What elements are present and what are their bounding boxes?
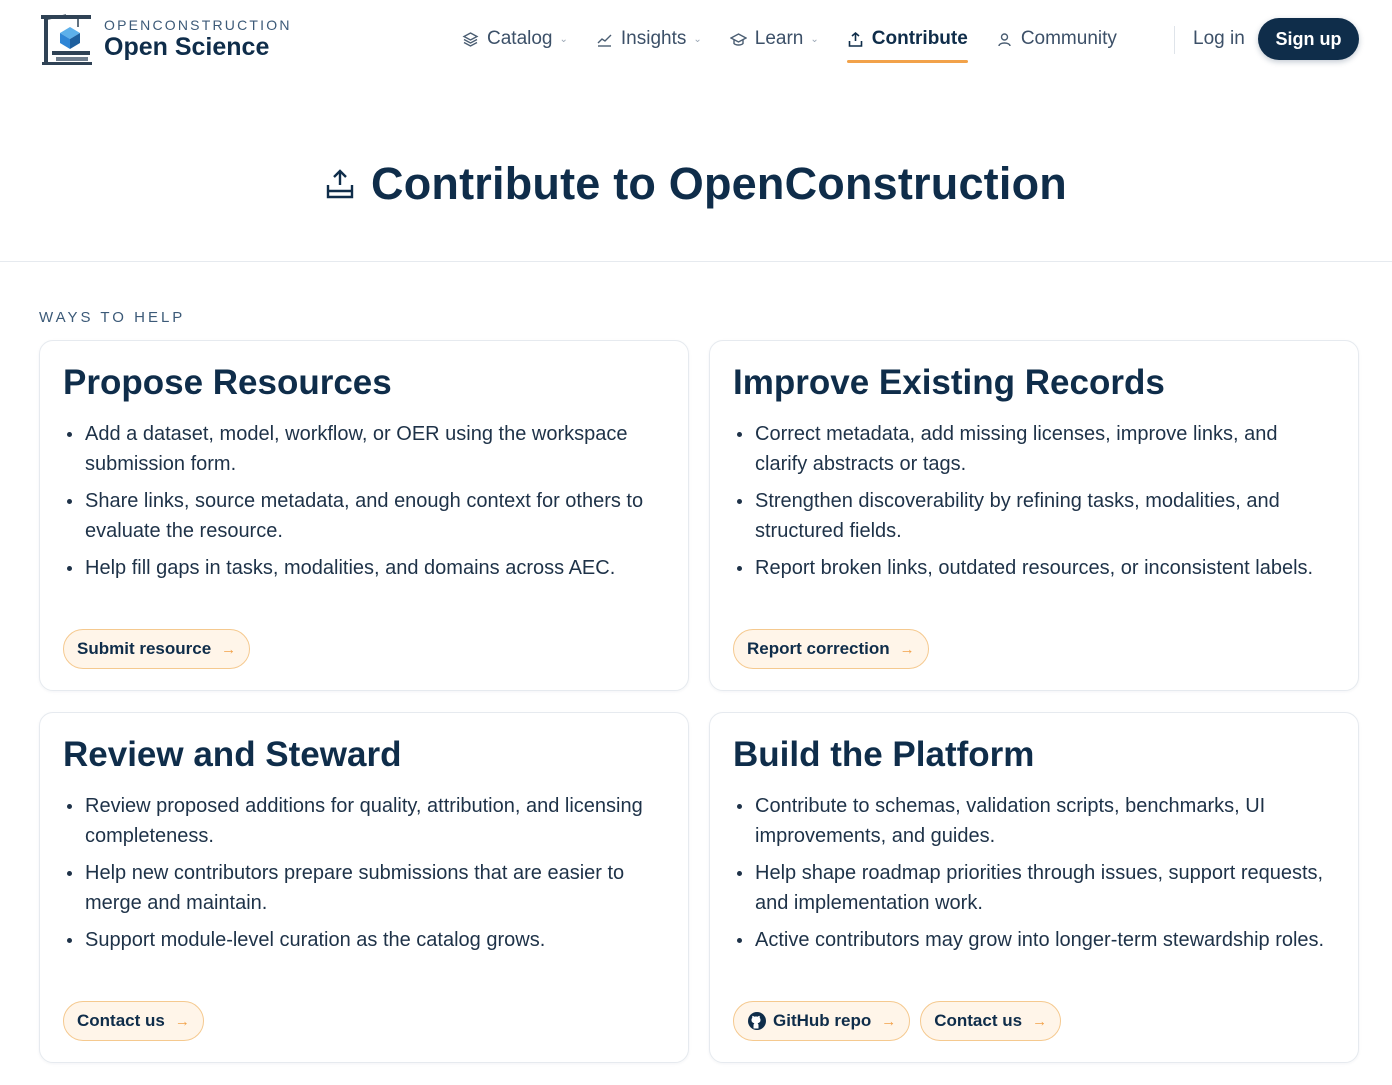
list-item: Support module-level curation as the cat… [63,925,665,955]
user-icon [996,31,1013,48]
site-header: OPENCONSTRUCTION Open Science Catalog ⌄ … [0,0,1392,82]
upload-icon [325,168,355,200]
list-item: Review proposed additions for quality, a… [63,791,665,851]
list-item: Share links, source metadata, and enough… [63,486,665,546]
main-nav: Catalog ⌄ Insights ⌄ Learn ⌄ Contribute [462,18,1145,63]
page-hero: Contribute to OpenConstruction [0,82,1392,262]
layers-icon [462,31,479,48]
arrow-right-icon: → [1032,1012,1048,1030]
crane-building-icon [38,11,94,67]
nav-divider [1174,26,1175,54]
arrow-right-icon: → [221,640,237,658]
button-label: Report correction [747,639,890,658]
submit-resource-button[interactable]: Submit resource → [63,629,251,669]
brand-name: Open Science [104,33,270,61]
arrow-right-icon: → [174,1012,190,1030]
card-review-steward: Review and Steward Review proposed addit… [39,712,689,1063]
card-title: Review and Steward [63,735,402,774]
chevron-down-icon: ⌄ [559,33,568,45]
list-item: Active contributors may grow into longer… [733,925,1335,955]
arrow-right-icon: → [881,1012,897,1030]
section-label: WAYS TO HELP [39,309,186,326]
signup-button[interactable]: Sign up [1258,18,1359,60]
button-label: GitHub repo [773,1011,872,1030]
graduation-cap-icon [729,31,747,48]
report-correction-button[interactable]: Report correction → [733,629,929,669]
github-icon [747,1011,767,1031]
nav-community[interactable]: Community [996,18,1117,60]
arrow-right-icon: → [899,640,915,658]
github-repo-button[interactable]: GitHub repo → [733,1001,911,1041]
chevron-down-icon: ⌄ [810,33,819,45]
card-bullets: Review proposed additions for quality, a… [63,791,665,962]
nav-insights-label: Insights [620,28,687,49]
list-item: Strengthen discoverability by refining t… [733,486,1335,546]
nav-community-label: Community [1020,28,1117,49]
nav-learn[interactable]: Learn ⌄ [729,18,819,60]
card-bullets: Correct metadata, add missing licenses, … [733,419,1335,590]
card-improve-records: Improve Existing Records Correct metadat… [709,340,1359,691]
contact-us-button[interactable]: Contact us → [63,1001,204,1041]
nav-learn-label: Learn [754,28,804,49]
list-item: Report broken links, outdated resources,… [733,553,1335,583]
nav-catalog-label: Catalog [487,28,553,49]
brand-top-text: OPENCONSTRUCTION [104,17,292,33]
list-item: Help fill gaps in tasks, modalities, and… [63,553,665,583]
nav-insights[interactable]: Insights ⌄ [596,18,702,60]
button-label: Submit resource [77,639,212,658]
list-item: Help shape roadmap priorities through is… [733,858,1335,918]
contact-us-button[interactable]: Contact us → [920,1001,1062,1041]
nav-contribute-label: Contribute [871,28,968,49]
list-item: Contribute to schemas, validation script… [733,791,1335,851]
card-build-platform: Build the Platform Contribute to schemas… [709,712,1359,1063]
list-item: Help new contributors prepare submission… [63,858,665,918]
card-title: Build the Platform [733,735,1035,774]
brand-logo[interactable]: OPENCONSTRUCTION Open Science [38,11,292,67]
page-title: Contribute to OpenConstruction [371,157,1067,209]
card-propose-resources: Propose Resources Add a dataset, model, … [39,340,689,691]
button-label: Contact us [934,1011,1023,1030]
card-title: Propose Resources [63,363,392,402]
card-title: Improve Existing Records [733,363,1165,402]
button-label: Contact us [77,1011,165,1030]
nav-catalog[interactable]: Catalog ⌄ [462,18,568,60]
card-bullets: Contribute to schemas, validation script… [733,791,1335,962]
list-item: Add a dataset, model, workflow, or OER u… [63,419,665,479]
list-item: Correct metadata, add missing licenses, … [733,419,1335,479]
chevron-down-icon: ⌄ [693,33,702,45]
upload-icon [847,31,864,48]
trend-icon [596,31,613,48]
login-link[interactable]: Log in [1193,28,1245,50]
nav-contribute[interactable]: Contribute [846,18,968,63]
card-bullets: Add a dataset, model, workflow, or OER u… [63,419,665,590]
